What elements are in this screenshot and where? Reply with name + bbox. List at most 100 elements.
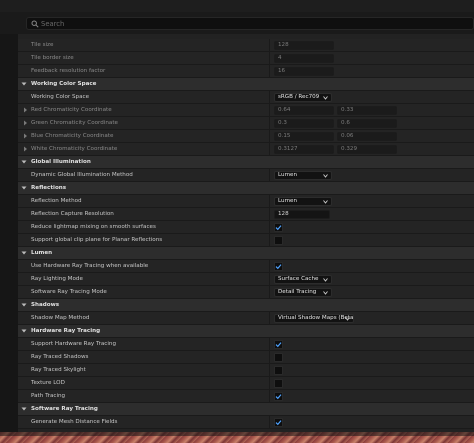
column-divider[interactable] (269, 351, 270, 364)
property-row-dynamic-global-illumination-method: Dynamic Global Illumination Method Lumen (18, 169, 474, 182)
column-divider[interactable] (269, 104, 270, 117)
checkbox-texture-lod[interactable] (274, 379, 283, 388)
category-hardware-ray-tracing[interactable]: Hardware Ray Tracing (18, 325, 474, 338)
category-title: Software Ray Tracing (31, 406, 98, 412)
dropdown-ray-lighting-mode[interactable]: Surface Cache (274, 275, 332, 284)
property-label: Ray Traced Skylight (31, 367, 86, 373)
column-divider[interactable] (269, 169, 270, 182)
category-working-color-space[interactable]: Working Color Space (18, 78, 474, 91)
search-bar (0, 12, 474, 34)
column-divider[interactable] (269, 234, 270, 247)
property-row-tile-border-size: Tile border size 4 (18, 52, 474, 65)
checkbox-support-global-clip-plane-for-planar-reflections[interactable] (274, 236, 283, 245)
chevron-down-icon (345, 317, 350, 321)
column-divider[interactable] (269, 117, 270, 130)
chevron-down-icon (323, 291, 328, 295)
checkbox-ray-traced-shadows[interactable] (274, 353, 283, 362)
column-divider[interactable] (269, 312, 270, 325)
coordinate-x-field: 0.3127 (274, 145, 334, 154)
checkbox-reduce-lightmap-mixing-on-smooth-surfaces[interactable] (274, 223, 283, 232)
category-software-ray-tracing[interactable]: Software Ray Tracing (18, 403, 474, 416)
property-row-support-hardware-ray-tracing: Support Hardware Ray Tracing (18, 338, 474, 351)
category-title: Working Color Space (31, 81, 97, 87)
column-divider[interactable] (269, 377, 270, 390)
search-icon (31, 20, 39, 28)
column-divider[interactable] (269, 260, 270, 273)
dropdown-value: sRGB / Rec709 (278, 94, 320, 100)
coordinate-y-field: 0.329 (337, 145, 397, 154)
property-label: Working Color Space (31, 94, 90, 100)
column-divider[interactable] (269, 286, 270, 299)
chevron-down-icon[interactable] (21, 302, 27, 308)
property-row-blue-chromaticity-coordinate: Blue Chromaticity Coordinate 0.15 0.06 (18, 130, 474, 143)
chevron-right-icon[interactable] (23, 107, 28, 113)
property-label: Green Chromaticity Coordinate (31, 120, 118, 126)
checkbox-use-hardware-ray-tracing-when-available[interactable] (274, 262, 283, 271)
property-label: Support Hardware Ray Tracing (31, 341, 117, 347)
column-divider[interactable] (269, 364, 270, 377)
property-label: Support global clip plane for Planar Ref… (31, 237, 163, 243)
checkbox-generate-mesh-distance-fields[interactable] (274, 418, 283, 427)
dropdown-dynamic-global-illumination-method[interactable]: Lumen (274, 171, 332, 180)
category-title: Reflections (31, 185, 67, 191)
search-box[interactable] (26, 17, 474, 30)
coordinate-y-field: 0.6 (337, 119, 397, 128)
chevron-down-icon[interactable] (21, 406, 27, 412)
property-label: Reflection Method (31, 198, 82, 204)
property-label: Dynamic Global Illumination Method (31, 172, 133, 178)
column-divider[interactable] (269, 390, 270, 403)
property-row-shadow-map-method: Shadow Map Method Virtual Shadow Maps (Be… (18, 312, 474, 325)
checkmark-icon (275, 225, 282, 231)
value-field: 4 (274, 54, 334, 63)
column-divider[interactable] (269, 91, 270, 104)
column-divider[interactable] (269, 195, 270, 208)
dropdown-shadow-map-method[interactable]: Virtual Shadow Maps (Beta) (274, 314, 354, 323)
column-divider[interactable] (269, 65, 270, 78)
value-field[interactable]: 128 (274, 210, 330, 219)
dropdown-value: Virtual Shadow Maps (Beta) (278, 315, 354, 321)
chevron-right-icon[interactable] (23, 146, 28, 152)
dropdown-working-color-space[interactable]: sRGB / Rec709 (274, 93, 332, 102)
column-divider[interactable] (269, 52, 270, 65)
dropdown-software-ray-tracing-mode[interactable]: Detail Tracing (274, 288, 332, 297)
column-divider[interactable] (269, 143, 270, 156)
category-global-illumination[interactable]: Global Illumination (18, 156, 474, 169)
category-lumen[interactable]: Lumen (18, 247, 474, 260)
column-divider[interactable] (269, 39, 270, 52)
coordinate-y-field: 0.33 (337, 106, 397, 115)
chevron-right-icon[interactable] (23, 120, 28, 126)
column-divider[interactable] (269, 338, 270, 351)
coordinate-y-field: 0.06 (337, 132, 397, 141)
category-shadows[interactable]: Shadows (18, 299, 474, 312)
coordinate-x-field: 0.3 (274, 119, 334, 128)
property-label: Blue Chromaticity Coordinate (31, 133, 114, 139)
checkbox-path-tracing[interactable] (274, 392, 283, 401)
column-divider[interactable] (269, 208, 270, 221)
chevron-right-icon[interactable] (23, 133, 28, 139)
dropdown-value: Detail Tracing (278, 289, 317, 295)
checkbox-support-hardware-ray-tracing[interactable] (274, 340, 283, 349)
property-label: Generate Mesh Distance Fields (31, 419, 118, 425)
dropdown-reflection-method[interactable]: Lumen (274, 197, 332, 206)
property-label: Tile size (31, 42, 54, 48)
chevron-down-icon[interactable] (21, 81, 27, 87)
search-input[interactable] (41, 19, 461, 29)
chevron-down-icon[interactable] (21, 159, 27, 165)
property-row-use-hardware-ray-tracing-when-available: Use Hardware Ray Tracing when available (18, 260, 474, 273)
column-divider[interactable] (269, 221, 270, 234)
dropdown-value: Lumen (278, 172, 297, 178)
column-divider[interactable] (269, 273, 270, 286)
dropdown-value: Surface Cache (278, 276, 319, 282)
left-gutter (0, 34, 18, 434)
chevron-down-icon[interactable] (21, 185, 27, 191)
category-title: Shadows (31, 302, 60, 308)
value-field: 128 (274, 41, 334, 50)
chevron-down-icon[interactable] (21, 328, 27, 334)
column-divider[interactable] (269, 130, 270, 143)
checkbox-ray-traced-skylight[interactable] (274, 366, 283, 375)
category-title: Lumen (31, 250, 53, 256)
column-divider[interactable] (269, 416, 270, 429)
chevron-down-icon[interactable] (21, 250, 27, 256)
category-reflections[interactable]: Reflections (18, 182, 474, 195)
property-row-feedback-resolution-factor: Feedback resolution factor 16 (18, 65, 474, 78)
